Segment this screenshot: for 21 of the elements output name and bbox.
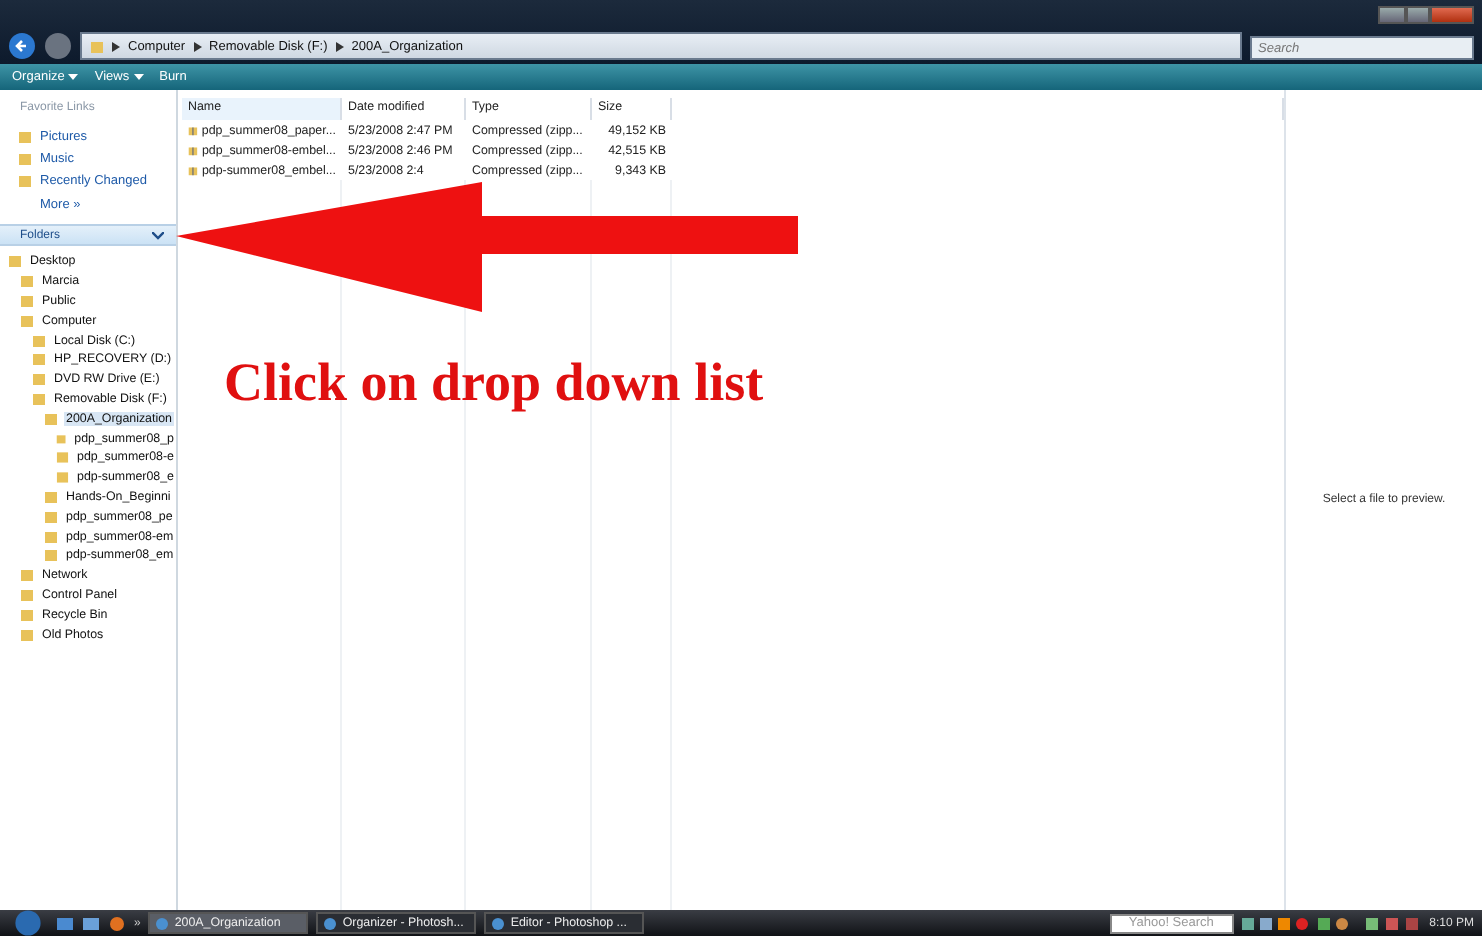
folder-icon <box>90 39 104 53</box>
chevron-icon <box>152 231 164 239</box>
maximize-button[interactable] <box>1406 6 1430 24</box>
desktop-icon[interactable] <box>56 915 74 931</box>
chevron-icon <box>335 41 344 51</box>
window-icon[interactable] <box>82 915 100 931</box>
chevron-icon <box>112 41 120 51</box>
zip-folder-icon <box>188 143 198 157</box>
minimize-button[interactable] <box>1378 6 1406 24</box>
app-icon <box>324 917 337 929</box>
zip-folder-icon <box>188 123 198 137</box>
close-button[interactable] <box>1430 6 1474 24</box>
caret-icon <box>68 74 79 80</box>
back-icon[interactable] <box>8 32 36 60</box>
forward-icon[interactable] <box>44 32 72 60</box>
annotation-text: Click on drop down list <box>224 352 764 414</box>
chevron-icon <box>193 41 202 51</box>
caret-icon <box>133 74 144 80</box>
zip-folder-icon <box>188 163 198 177</box>
app-icon <box>492 917 505 929</box>
app-icon <box>156 917 169 929</box>
